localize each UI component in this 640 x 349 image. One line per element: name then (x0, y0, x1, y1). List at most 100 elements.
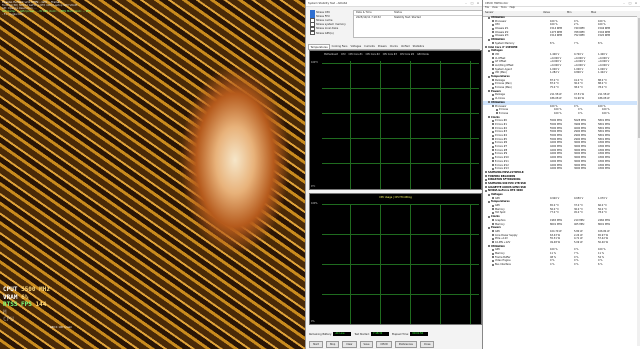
sensor-group-icon (485, 182, 487, 185)
graph2-ymax: 100% (311, 202, 318, 205)
osd-rtss: RTSS FPS 144 (3, 301, 63, 309)
checkbox-label: Stress cache (316, 18, 333, 22)
sensor-name-text: Graphics (495, 218, 506, 222)
sensor-name-text: GT Offset (495, 60, 507, 64)
menu-file[interactable]: File (485, 6, 489, 10)
sensor-group-icon (488, 116, 490, 119)
test-status-bar: Remaining Battery: AC Line Test Started: 7… (309, 328, 481, 340)
col-status: Status (394, 11, 402, 14)
sensor-icon (492, 241, 494, 244)
sensor-name-text: Utilization (491, 38, 505, 42)
sensor-icon (492, 105, 494, 107)
osd-rtss-label: RTSS FPS (3, 301, 32, 309)
sensor-name-text: Hot Spot (495, 211, 506, 215)
sensor-name-text: GPU (495, 229, 501, 233)
sensor-icon (492, 197, 494, 200)
table-row[interactable]: 2025/10/11 7:18:32 Stability Test: Start… (354, 16, 482, 20)
sensor-icon (492, 156, 494, 159)
cpuid-button[interactable]: CPUID (376, 341, 392, 348)
sensor-name-text: Chassis #3 (495, 34, 509, 38)
tab-voltages[interactable]: Voltages (349, 44, 363, 49)
osd-vram-label: VRAM (3, 293, 18, 301)
sensor-icon (492, 160, 494, 163)
gridline (350, 204, 351, 324)
sensor-name-text: Memory (495, 207, 505, 211)
sensor-icon (492, 208, 494, 211)
sensor-name-text: Video Engine (495, 259, 511, 263)
sensor-name-text: Chassis #1 (495, 27, 509, 31)
gridline (322, 294, 479, 295)
sensor-icon (492, 141, 494, 144)
gridline (410, 204, 411, 324)
start-button[interactable]: Start (309, 341, 323, 348)
sensor-group-icon (488, 49, 490, 52)
sensor-name-text: E-Core #8 (495, 148, 508, 152)
sensor-icon (492, 248, 494, 251)
gridline (410, 61, 411, 189)
sensor-icon (492, 68, 494, 71)
osd-faint-line: CPU (3, 316, 14, 324)
preferences-button[interactable]: Preferences (394, 341, 417, 348)
tab-unified[interactable]: Unified (399, 44, 411, 49)
save-button[interactable]: Save (359, 341, 374, 348)
sensor-icon (492, 93, 494, 96)
tab-clocks[interactable]: Clocks (388, 44, 399, 49)
sensor-name-text: PCIe +12V (495, 237, 508, 241)
sensor-icon (496, 108, 498, 111)
sensor-name-text: P-Core #2 (495, 126, 508, 130)
gridline (322, 88, 479, 89)
legend-item: CPU Core #1 (348, 53, 363, 56)
clear-button[interactable]: Clear (342, 341, 357, 348)
sensor-icon (492, 34, 494, 37)
menu-tools[interactable]: Tools (501, 6, 507, 10)
sensor-icon (492, 53, 494, 56)
elapsed-time: Elapsed Time: 00:01:50 (392, 332, 429, 336)
sensor-name-text: Voltages (491, 193, 503, 196)
sensor-name-text: E-Cores (Max) (495, 86, 512, 90)
sensor-icon (492, 123, 494, 126)
gridline (322, 163, 479, 164)
sensor-name-text: System Agent (495, 67, 512, 71)
tab-statistics[interactable]: Statistics (411, 44, 425, 49)
sensor-name-text: GPU (495, 248, 501, 252)
sensor-name-text: P-Core #3 (495, 130, 508, 134)
close-icon[interactable]: × (475, 1, 481, 5)
sensor-icon (492, 164, 494, 166)
checkbox-label: Stress GPU(s) (316, 31, 334, 35)
gridline (380, 61, 381, 189)
sensor-row[interactable]: Bus Interface 4 % 0 % 6 % (483, 263, 640, 267)
gridline (470, 204, 471, 324)
graph1-ymin: 0°C (311, 185, 316, 188)
sensor-group-icon (488, 90, 490, 93)
sensor-icon (492, 27, 494, 30)
menu-help[interactable]: Help (510, 6, 515, 10)
sensor-name-text: E-Core #9 (495, 152, 508, 156)
sensor-name-text: Memory (495, 222, 505, 226)
tab-currents[interactable]: Currents (363, 44, 377, 49)
tab-cooling-fans[interactable]: Cooling Fans (330, 44, 349, 49)
gridline (322, 204, 479, 205)
label: Test Started: (354, 332, 370, 336)
close-icon[interactable]: × (633, 1, 639, 5)
sensor-icon (492, 204, 494, 207)
rtss-overlay: CPUT 5500 MHz VRAM 6% RTSS FPS 144 M CPU (3, 286, 63, 324)
menu-view[interactable]: View (492, 6, 498, 10)
sensor-name-text: Processor (495, 19, 507, 23)
sensor-icon (492, 259, 494, 262)
sensor-name-text: E-Cores (499, 111, 509, 115)
furmark-status: GPU 0: 100 % load (50, 326, 72, 329)
legend-item: GPU Diode (417, 53, 429, 56)
sensor-name-text: P-Core #0 (495, 119, 508, 123)
stop-button[interactable]: Stop (325, 341, 340, 348)
sensor-group-icon (485, 186, 487, 189)
tab-powers[interactable]: Powers (376, 44, 388, 49)
sensor-group-icon (485, 171, 487, 174)
close-button[interactable]: Close (419, 341, 435, 348)
sensor-name-text: Intel Core i7 13650HX (488, 45, 518, 49)
sensor-icon (492, 79, 494, 82)
tab-temperatures[interactable]: Temperatures (308, 44, 331, 49)
graph1-ymax: 100°C (311, 61, 319, 64)
sensor-name-text: KINGSTON SFYRD2000G (488, 178, 521, 182)
sensor-icon (492, 57, 494, 60)
sensor-name-text: P-Core #5 (495, 137, 508, 141)
